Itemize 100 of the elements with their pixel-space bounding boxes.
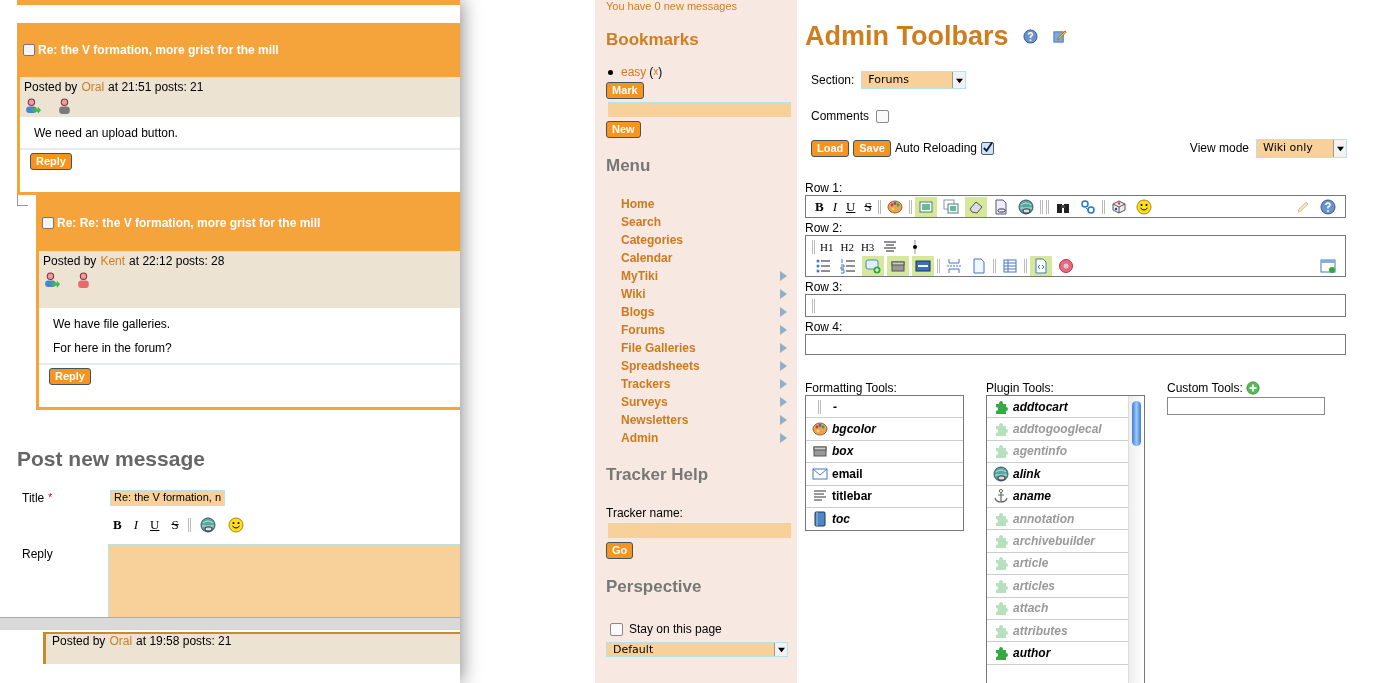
tool-item[interactable]: toc	[806, 507, 963, 531]
toolbar-row-box[interactable]: B I U S	[805, 195, 1346, 218]
dropdown-arrow-icon[interactable]	[955, 76, 963, 84]
dropdown-arrow-icon[interactable]	[1336, 144, 1344, 152]
go-button[interactable]: Go	[606, 542, 634, 559]
tool-item[interactable]: agentinfo	[987, 440, 1128, 464]
tool-item[interactable]: email	[806, 463, 963, 486]
checkbox[interactable]	[23, 44, 35, 56]
checkbox[interactable]	[42, 217, 54, 229]
bullet-list-icon[interactable]	[815, 257, 831, 274]
bookmark-link[interactable]: easy	[621, 65, 647, 79]
menu-item[interactable]: Wiki	[621, 287, 646, 301]
scrollbar-thumb[interactable]	[1132, 401, 1141, 446]
save-button[interactable]: Save	[853, 139, 891, 157]
tool-item[interactable]: archivebuilder	[987, 530, 1128, 553]
menu-item[interactable]: Admin	[621, 431, 659, 445]
dropdown-arrow-icon[interactable]	[777, 646, 785, 653]
title-field[interactable]: Re: the V formation, n	[110, 490, 225, 506]
menu-item[interactable]: Home	[621, 197, 655, 211]
reply-button[interactable]: Reply	[30, 153, 72, 170]
smiley-icon[interactable]	[227, 517, 244, 533]
bookmark-field[interactable]	[608, 102, 791, 117]
globe-link-icon[interactable]	[1017, 198, 1034, 215]
menu-item[interactable]: MyTiki	[621, 269, 659, 283]
cube-icon[interactable]	[1110, 198, 1127, 215]
messages-notice[interactable]: You have 0 new messages	[606, 0, 791, 12]
checkbox[interactable]	[981, 141, 995, 155]
checkbox[interactable]	[610, 622, 623, 636]
lifebuoy-icon[interactable]	[1058, 257, 1074, 274]
tool-item[interactable]: addtogooglecal	[987, 418, 1128, 441]
menu-item[interactable]: Blogs	[621, 305, 655, 319]
palette-icon[interactable]	[886, 198, 903, 215]
expand-arrow-icon[interactable]	[780, 343, 787, 353]
expand-arrow-icon[interactable]	[780, 361, 787, 371]
tool-item[interactable]: alink	[987, 463, 1128, 486]
underline-tool[interactable]: U	[147, 517, 163, 533]
scrollbar[interactable]	[1128, 396, 1144, 683]
toolbar-row-box[interactable]	[805, 294, 1346, 317]
expand-arrow-icon[interactable]	[780, 433, 787, 443]
expand-arrow-icon[interactable]	[780, 307, 787, 317]
author-link[interactable]: Oral	[81, 80, 105, 94]
align-center-icon[interactable]	[882, 238, 899, 255]
tool-item[interactable]: titlebar	[806, 485, 963, 508]
menu-item[interactable]: Trackers	[621, 377, 671, 391]
tool-item[interactable]: -	[806, 396, 963, 419]
tool-item[interactable]: article	[987, 552, 1128, 576]
menu-item[interactable]: Forums	[621, 323, 665, 337]
checkbox[interactable]	[876, 109, 889, 123]
images-icon[interactable]	[942, 198, 959, 215]
heading-tool[interactable]: H3	[858, 238, 877, 255]
globe-link-icon[interactable]	[199, 517, 216, 533]
author-link[interactable]: Kent	[100, 254, 126, 268]
expand-arrow-icon[interactable]	[780, 379, 787, 389]
table-icon[interactable]	[1002, 257, 1018, 274]
tool-item[interactable]: articles	[987, 575, 1128, 598]
italic-tool[interactable]: I	[130, 517, 141, 533]
underline-tool[interactable]: U	[843, 198, 859, 215]
document-icon[interactable]	[971, 257, 987, 274]
menu-item[interactable]: File Galleries	[621, 341, 696, 355]
strike-tool[interactable]: S	[168, 517, 182, 533]
add-icon[interactable]	[1245, 381, 1260, 395]
smiley-icon[interactable]	[1135, 198, 1152, 215]
bold-tool[interactable]: B	[110, 517, 125, 533]
help-icon[interactable]	[1022, 28, 1038, 44]
menu-item[interactable]: Newsletters	[621, 413, 689, 427]
tracker-name-field[interactable]	[608, 523, 791, 538]
remove-link[interactable]: x	[653, 65, 659, 79]
expand-arrow-icon[interactable]	[780, 415, 787, 425]
tool-item[interactable]: box	[806, 440, 963, 464]
menu-item[interactable]: Surveys	[621, 395, 668, 409]
tool-item[interactable]: attributes	[987, 619, 1128, 643]
menu-item[interactable]: Search	[621, 215, 662, 229]
italic-tool[interactable]: I	[829, 198, 840, 215]
tool-item[interactable]: annotation	[987, 507, 1128, 531]
help-icon[interactable]	[1320, 198, 1336, 215]
menu-item[interactable]: Calendar	[621, 251, 673, 265]
perspective-select[interactable]: Default	[606, 642, 788, 657]
document-link-icon[interactable]	[992, 198, 1009, 215]
edit-icon[interactable]	[1051, 28, 1067, 44]
author-link[interactable]: Oral	[109, 634, 133, 648]
numbered-list-icon[interactable]	[840, 257, 856, 274]
load-button[interactable]: Load	[811, 139, 850, 157]
tool-item[interactable]: bgcolor	[806, 418, 963, 441]
menu-item[interactable]: Categories	[621, 233, 684, 247]
window-upload-icon[interactable]	[1320, 257, 1336, 274]
toolbar-row-box[interactable]	[805, 334, 1346, 355]
tool-item[interactable]: author	[987, 642, 1128, 665]
strike-tool[interactable]: S	[861, 198, 875, 215]
mark-button[interactable]: Mark	[606, 82, 644, 99]
tool-item[interactable]: attach	[987, 597, 1128, 620]
toolbar-row-box[interactable]: H1 H2 H3	[805, 235, 1346, 277]
view-mode-select[interactable]: Wiki only	[1256, 138, 1347, 158]
menu-item[interactable]: Spreadsheets	[621, 359, 700, 373]
tool-item[interactable]: addtocart	[987, 396, 1128, 419]
bold-tool[interactable]: B	[812, 198, 827, 215]
section-select[interactable]: Forums	[861, 71, 967, 89]
expand-arrow-icon[interactable]	[780, 289, 787, 299]
heading-tool[interactable]: H2	[838, 238, 856, 255]
custom-tools-field[interactable]	[1167, 397, 1325, 415]
reply-button[interactable]: Reply	[49, 368, 91, 385]
